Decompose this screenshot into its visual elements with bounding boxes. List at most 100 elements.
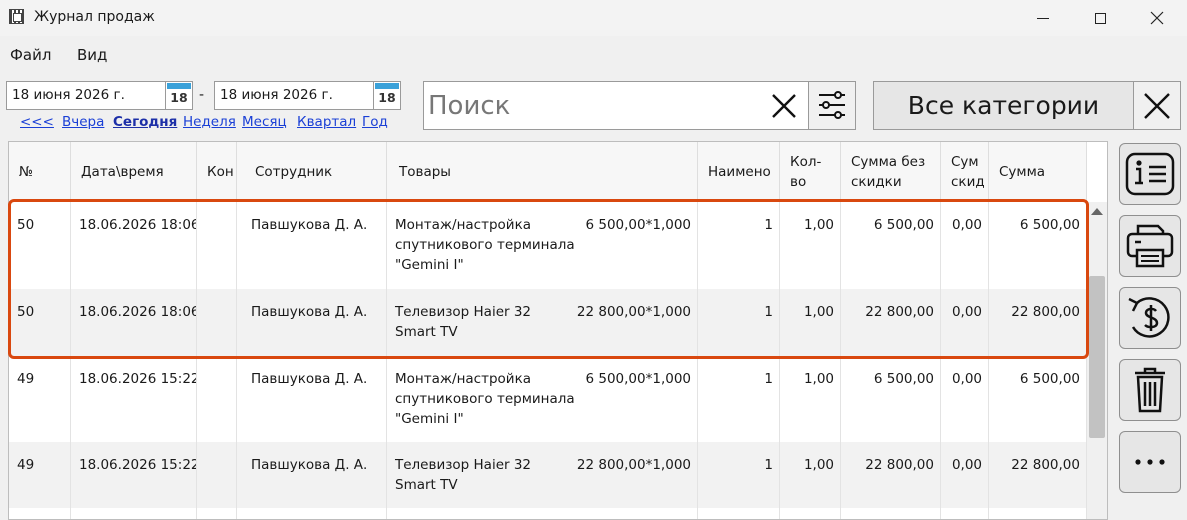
date-to-picker[interactable]: 18 июня 2026 г. 18 <box>214 81 401 110</box>
search-box <box>423 81 809 130</box>
close-icon <box>772 94 796 118</box>
goods-price: 6 500,00*1,000 <box>585 217 691 233</box>
cell-num: 49 <box>9 356 71 442</box>
cell-num: 50 <box>9 289 71 356</box>
goods-price: 6 500,00*1,000 <box>585 371 691 387</box>
cell-goods: Монтаж/настройка спутникового терминала … <box>387 202 698 289</box>
column-header-datetime[interactable]: Дата\время <box>71 142 197 202</box>
cell-datetime: 18.06.2026 15:22 <box>71 442 197 508</box>
column-header-sum[interactable]: Сумма <box>989 142 1087 202</box>
trash-icon <box>1135 367 1165 413</box>
cell-discount: 0,00 <box>941 442 989 508</box>
table-row[interactable]: 50 18.06.2026 18:06 Павшукова Д. А. Монт… <box>9 202 1087 289</box>
printer-icon <box>1126 224 1174 268</box>
scroll-up-arrow-icon[interactable] <box>1091 208 1103 215</box>
goods-name: Телевизор Haier 32 Smart TV <box>395 304 532 340</box>
sales-table: № Дата\время Кон Сотрудник Товары Наимен… <box>8 141 1108 520</box>
menu-bar: Файл Вид <box>0 40 1187 72</box>
cell-datetime: 18.06.2026 15:22 <box>71 356 197 442</box>
delete-button[interactable] <box>1119 359 1181 421</box>
column-header-num[interactable]: № <box>9 142 71 202</box>
table-row[interactable]: 49 18.06.2026 15:22 Павшукова Д. А. Монт… <box>9 356 1087 442</box>
cell-items: 1 <box>698 202 780 289</box>
category-filter-button[interactable]: Все категории <box>873 81 1134 130</box>
cell-empty <box>387 508 698 519</box>
close-icon <box>1144 93 1170 119</box>
cell-datetime: 18.06.2026 18:06 <box>71 289 197 356</box>
cell-num: 49 <box>9 442 71 508</box>
cell-qty: 1,00 <box>780 202 841 289</box>
period-year-link[interactable]: Год <box>362 114 388 130</box>
column-header-items[interactable]: Наимено <box>698 142 780 202</box>
receipt-info-button[interactable] <box>1119 143 1181 205</box>
column-header-sum-no-discount[interactable]: Сумма без скидки <box>841 142 941 202</box>
sliders-icon <box>819 91 845 119</box>
cell-sum-no-discount: 6 500,00 <box>841 356 941 442</box>
cell-items: 1 <box>698 289 780 356</box>
cell-qty: 1,00 <box>780 289 841 356</box>
search-clear-button[interactable] <box>768 90 800 122</box>
table-row[interactable]: 49 18.06.2026 15:22 Павшукова Д. А. Теле… <box>9 442 1087 508</box>
column-header-discount[interactable]: Сум скид <box>941 142 989 202</box>
window-title: Журнал продаж <box>34 9 155 25</box>
cell-discount: 0,00 <box>941 356 989 442</box>
minimize-button[interactable] <box>1020 0 1066 36</box>
column-header-employee[interactable]: Сотрудник <box>237 142 387 202</box>
cell-contragent <box>197 442 237 508</box>
goods-price: 22 800,00*1,000 <box>576 304 691 320</box>
app-icon <box>9 9 24 24</box>
cell-goods: Телевизор Haier 32 Smart TV 22 800,00*1,… <box>387 289 698 356</box>
refund-button[interactable] <box>1119 287 1181 349</box>
column-header-goods[interactable]: Товары <box>387 142 698 202</box>
period-yesterday-link[interactable]: Вчера <box>62 114 104 130</box>
date-from-picker[interactable]: 18 июня 2026 г. 18 <box>6 81 193 110</box>
calendar-icon[interactable]: 18 <box>165 82 192 109</box>
cell-empty <box>197 508 237 519</box>
cell-empty <box>9 508 71 519</box>
calendar-icon[interactable]: 18 <box>373 82 400 109</box>
column-header-contragent[interactable]: Кон <box>197 142 237 202</box>
cell-goods: Телевизор Haier 32 Smart TV 22 800,00*1,… <box>387 442 698 508</box>
cell-num: 50 <box>9 202 71 289</box>
filter-settings-button[interactable] <box>808 81 856 130</box>
table-row[interactable]: 50 18.06.2026 18:06 Павшукова Д. А. Теле… <box>9 289 1087 356</box>
close-icon <box>1150 11 1164 25</box>
cell-discount: 0,00 <box>941 202 989 289</box>
period-week-link[interactable]: Неделя <box>183 114 236 130</box>
table-row[interactable] <box>9 508 1087 519</box>
column-header-qty[interactable]: Кол- во <box>780 142 841 202</box>
period-back-link[interactable]: <<< <box>20 114 54 130</box>
vertical-scrollbar[interactable] <box>1087 202 1107 519</box>
cell-sum-no-discount: 6 500,00 <box>841 202 941 289</box>
period-quarter-link[interactable]: Квартал <box>297 114 356 130</box>
cell-sum-no-discount: 22 800,00 <box>841 442 941 508</box>
cell-empty <box>698 508 780 519</box>
cell-sum: 6 500,00 <box>989 202 1087 289</box>
more-button[interactable] <box>1119 431 1181 493</box>
menu-view[interactable]: Вид <box>77 46 107 64</box>
close-window-button[interactable] <box>1134 0 1180 36</box>
cell-sum: 6 500,00 <box>989 356 1087 442</box>
goods-name: Телевизор Haier 32 Smart TV <box>395 457 532 493</box>
cell-empty <box>941 508 989 519</box>
cell-employee: Павшукова Д. А. <box>237 289 387 356</box>
cell-qty: 1,00 <box>780 356 841 442</box>
refund-icon <box>1128 297 1170 338</box>
print-button[interactable] <box>1119 215 1181 277</box>
scroll-thumb[interactable] <box>1089 276 1105 438</box>
goods-name: Монтаж/настройка спутникового терминала … <box>395 371 575 427</box>
cell-empty <box>841 508 941 519</box>
cell-employee: Павшукова Д. А. <box>237 442 387 508</box>
menu-file[interactable]: Файл <box>10 46 51 64</box>
cell-contragent <box>197 356 237 442</box>
category-clear-button[interactable] <box>1133 81 1181 130</box>
search-input[interactable] <box>428 88 758 124</box>
maximize-button[interactable] <box>1077 0 1123 36</box>
cell-sum: 22 800,00 <box>989 442 1087 508</box>
calendar-day: 18 <box>170 90 188 105</box>
period-today-link[interactable]: Сегодня <box>113 114 177 130</box>
period-month-link[interactable]: Месяц <box>242 114 287 130</box>
cell-datetime: 18.06.2026 18:06 <box>71 202 197 289</box>
cell-empty <box>71 508 197 519</box>
cell-sum: 22 800,00 <box>989 289 1087 356</box>
